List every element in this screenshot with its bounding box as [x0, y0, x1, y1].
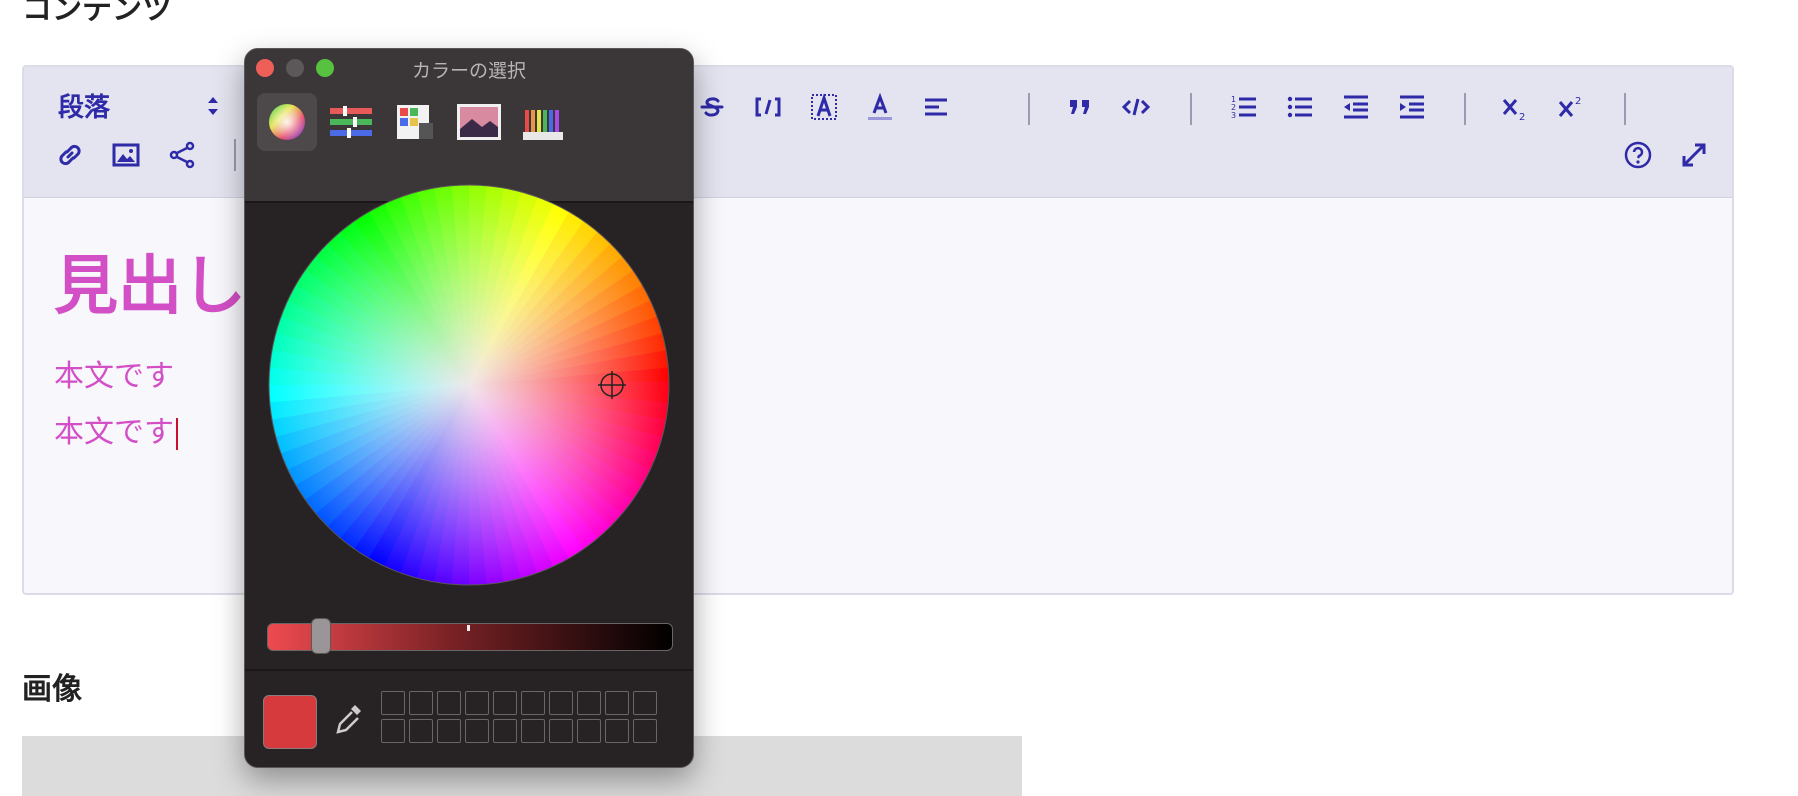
- indent-icon[interactable]: [1392, 87, 1432, 127]
- block-format-select[interactable]: 段落: [58, 87, 110, 124]
- content-paragraph[interactable]: 本文です: [54, 351, 174, 395]
- slider-knob[interactable]: [311, 618, 331, 654]
- share-icon[interactable]: [162, 135, 202, 175]
- color-wheel-mode-icon[interactable]: [257, 93, 317, 151]
- subscript-icon[interactable]: 2: [1496, 87, 1536, 127]
- color-wheel[interactable]: [267, 183, 671, 587]
- outdent-icon[interactable]: [1336, 87, 1376, 127]
- picker-bottom-bar: [245, 669, 693, 767]
- empty-swatch[interactable]: [409, 691, 433, 715]
- toolbar-separator: [1624, 93, 1626, 125]
- color-picker-panel: カラーの選択: [244, 48, 694, 768]
- empty-swatch[interactable]: [577, 691, 601, 715]
- toolbar-separator: [1190, 93, 1192, 125]
- empty-swatch[interactable]: [493, 719, 517, 743]
- help-icon[interactable]: [1618, 135, 1658, 175]
- content-heading[interactable]: 見出し: [54, 235, 246, 327]
- code-block-icon[interactable]: [1116, 87, 1156, 127]
- svg-text:2: 2: [1575, 96, 1581, 107]
- empty-swatch[interactable]: [521, 691, 545, 715]
- toolbar-separator: [234, 139, 236, 171]
- empty-swatch[interactable]: [465, 719, 489, 743]
- empty-swatch[interactable]: [493, 691, 517, 715]
- picker-titlebar[interactable]: カラーの選択: [245, 49, 693, 93]
- svg-text:3: 3: [1231, 111, 1236, 120]
- toolbar-separator: [1464, 93, 1466, 125]
- saved-swatches: [381, 691, 657, 743]
- blockquote-icon[interactable]: [1060, 87, 1100, 127]
- toolbar-separator: [1028, 93, 1030, 125]
- picker-title: カラーの選択: [411, 60, 526, 82]
- empty-swatch[interactable]: [577, 719, 601, 743]
- color-palettes-mode-icon[interactable]: [385, 93, 445, 151]
- superscript-icon[interactable]: 2: [1552, 87, 1592, 127]
- empty-swatch[interactable]: [633, 719, 657, 743]
- font-color-icon[interactable]: [860, 87, 900, 127]
- empty-swatch[interactable]: [409, 719, 433, 743]
- text-caret: [176, 417, 178, 450]
- empty-swatch[interactable]: [381, 719, 405, 743]
- inline-code-icon[interactable]: [748, 87, 788, 127]
- svg-text:2: 2: [1519, 112, 1525, 122]
- empty-swatch[interactable]: [549, 691, 573, 715]
- select-arrows-icon[interactable]: [206, 93, 220, 123]
- section-title-image: 画像: [22, 672, 82, 707]
- empty-swatch[interactable]: [633, 691, 657, 715]
- content-paragraph[interactable]: 本文です: [54, 407, 178, 451]
- empty-swatch[interactable]: [465, 691, 489, 715]
- fullscreen-icon[interactable]: [1674, 135, 1714, 175]
- color-sliders-mode-icon[interactable]: [321, 93, 381, 151]
- eyedropper-icon[interactable]: [331, 699, 367, 739]
- pencils-mode-icon[interactable]: [513, 93, 573, 151]
- empty-swatch[interactable]: [437, 691, 461, 715]
- empty-swatch[interactable]: [381, 691, 405, 715]
- strikethrough-icon[interactable]: [692, 87, 732, 127]
- empty-swatch[interactable]: [605, 691, 629, 715]
- bullet-list-icon[interactable]: [1280, 87, 1320, 127]
- image-icon[interactable]: [106, 135, 146, 175]
- text-highlight-icon[interactable]: [804, 87, 844, 127]
- image-palettes-mode-icon[interactable]: [449, 93, 509, 151]
- link-icon[interactable]: [50, 135, 90, 175]
- empty-swatch[interactable]: [605, 719, 629, 743]
- ordered-list-icon[interactable]: 123: [1224, 87, 1264, 127]
- align-left-icon[interactable]: [916, 87, 956, 127]
- current-color-swatch[interactable]: [263, 695, 317, 749]
- empty-swatch[interactable]: [437, 719, 461, 743]
- slider-tick: [467, 625, 470, 631]
- empty-swatch[interactable]: [521, 719, 545, 743]
- section-title-contents: コンテンツ: [22, 0, 172, 27]
- paragraph-text: 本文です: [54, 415, 174, 450]
- empty-swatch[interactable]: [549, 719, 573, 743]
